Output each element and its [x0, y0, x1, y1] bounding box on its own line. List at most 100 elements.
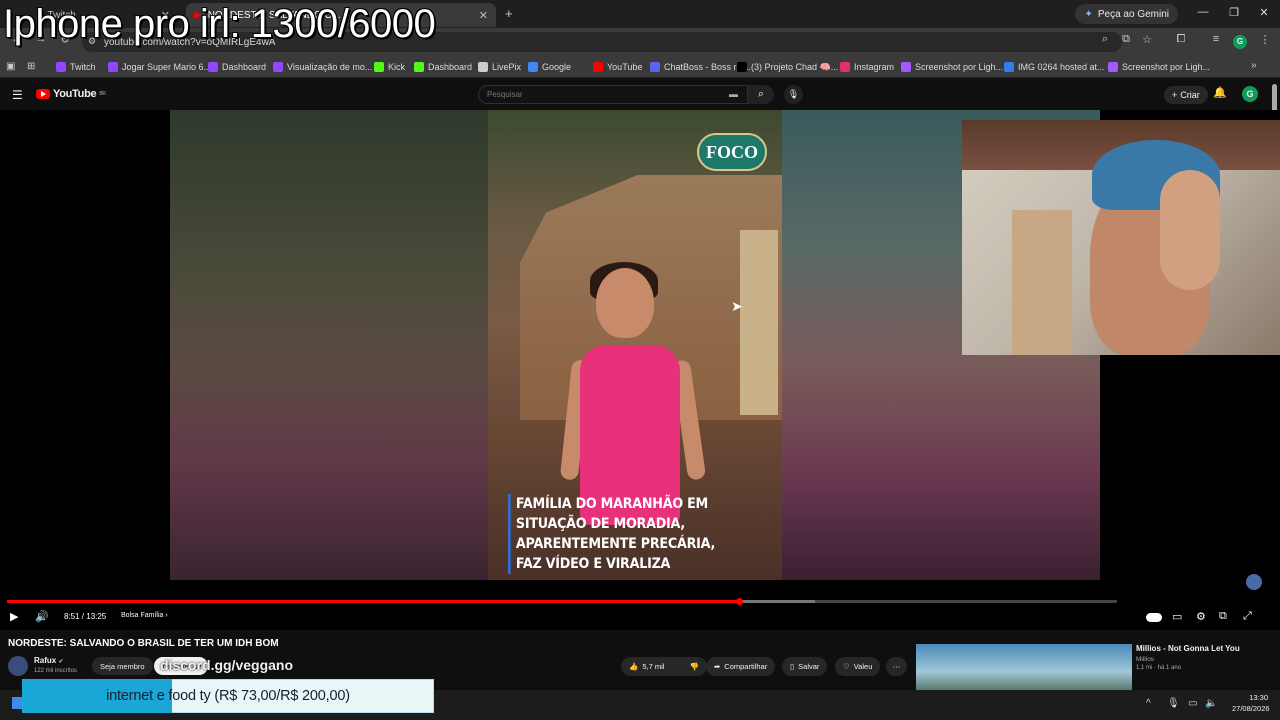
notifications-bell-icon[interactable]: 🔔: [1213, 86, 1227, 99]
bookmark-star-icon[interactable]: ☆: [1138, 33, 1156, 46]
search-icon: ⌕: [757, 88, 765, 100]
door-image: [740, 230, 778, 415]
bookmark-item[interactable]: Twitch: [56, 59, 96, 75]
new-tab-button[interactable]: +: [505, 6, 513, 21]
fullscreen-icon[interactable]: ⤢: [1243, 610, 1252, 623]
streamer-hand: [1160, 170, 1220, 290]
channel-watermark-logo: FOCO: [697, 133, 767, 171]
stream-link-overlay: discord.gg/veggano: [160, 657, 294, 673]
bookmark-icon: ▯: [790, 662, 795, 671]
hamburger-menu-icon[interactable]: ☰: [12, 88, 23, 102]
thanks-button[interactable]: ♡ Valeu: [835, 657, 881, 676]
recommended-thumbnail[interactable]: [916, 644, 1132, 690]
volume-icon[interactable]: 🔊: [35, 610, 49, 623]
clock[interactable]: 13:30 27/08/2026: [1232, 692, 1270, 714]
recommended-channel[interactable]: Millios: [1136, 656, 1154, 663]
microphone-tray-icon[interactable]: 🎙: [1167, 698, 1180, 709]
like-count[interactable]: 5,7 mil: [642, 662, 664, 671]
progress-scrubber[interactable]: [735, 598, 743, 605]
donation-goal-text: internet e food ty (R$ 73,00/R$ 200,00): [106, 688, 350, 704]
channel-avatar[interactable]: [8, 656, 28, 676]
bookmark-label: Screenshot por Ligh...: [1122, 62, 1211, 72]
more-bookmarks-icon[interactable]: »: [1251, 60, 1257, 71]
search-input[interactable]: Pesquisar: [478, 85, 748, 104]
bookmark-label: Google: [542, 62, 572, 72]
youtube-logo[interactable]: YouTube BR: [36, 88, 106, 100]
bookmark-favicon-icon: [208, 62, 218, 72]
search-button[interactable]: ⌕: [748, 85, 774, 104]
bookmark-favicon-icon: [901, 62, 911, 72]
bookmark-favicon-icon: [273, 62, 283, 72]
bookmark-item[interactable]: Screenshot por Ligh...: [901, 59, 1003, 75]
bookmark-item[interactable]: Visualização de mo...: [273, 59, 372, 75]
bookmark-item[interactable]: (3) Projeto Chad 🧠...: [737, 59, 838, 75]
bookmark-item[interactable]: Google: [528, 59, 571, 75]
like-dislike-group: 👍 5,7 mil 👎: [621, 657, 707, 676]
keyboard-icon[interactable]: ▬: [729, 89, 738, 99]
tab-search-icon[interactable]: ▣: [6, 61, 15, 72]
bookmark-label: Dashboard: [428, 62, 473, 72]
bookmark-item[interactable]: Kick: [374, 59, 405, 75]
share-button[interactable]: ➦ Compartilhar: [706, 657, 776, 676]
voice-search-button[interactable]: 🎙: [784, 85, 803, 104]
more-actions-icon[interactable]: ⋯: [886, 657, 907, 676]
channel-branding-icon[interactable]: [1246, 574, 1262, 590]
progress-played: [7, 600, 740, 603]
channel-name[interactable]: Rafux ✔: [34, 656, 64, 665]
settings-gear-icon[interactable]: ⚙: [1196, 610, 1206, 623]
subtitles-icon[interactable]: ▭: [1172, 610, 1182, 623]
bookmark-favicon-icon: [737, 62, 747, 72]
bookmark-item[interactable]: Jogar Super Mario 6...: [108, 59, 211, 75]
bookmark-item[interactable]: Screenshot por Ligh...: [1108, 59, 1210, 75]
display-icon[interactable]: ▭: [1188, 698, 1197, 709]
share-icon: ➦: [714, 662, 721, 671]
create-button[interactable]: + Criar: [1164, 86, 1208, 104]
bookmark-item[interactable]: Dashboard: [414, 59, 472, 75]
bookmark-item[interactable]: YouTube: [593, 59, 642, 75]
bookmark-favicon-icon: [414, 62, 424, 72]
save-button[interactable]: ▯ Salvar: [782, 657, 828, 676]
bookmark-item[interactable]: Instagram: [840, 59, 894, 75]
chevron-right-icon: ›: [165, 612, 168, 619]
miniplayer-icon[interactable]: ⧉: [1219, 610, 1227, 623]
window-close-button[interactable]: ✕: [1254, 6, 1274, 19]
webcam-door: [1012, 210, 1072, 355]
mouse-cursor-icon: ➤: [731, 298, 743, 314]
video-title: NORDESTE: SALVANDO O BRASIL DE TER UM ID…: [8, 638, 279, 649]
speaker-icon[interactable]: 🔈: [1205, 698, 1217, 709]
bookmark-item[interactable]: IMG 0264 hosted at...: [1004, 59, 1105, 75]
chapter-button[interactable]: Bolsa Família ›: [121, 612, 168, 619]
apps-grid-icon[interactable]: ⊞: [27, 61, 35, 72]
account-avatar[interactable]: G: [1242, 86, 1258, 102]
extensions-icon[interactable]: ⧠: [1172, 33, 1190, 46]
media-icon[interactable]: ≡: [1207, 33, 1225, 45]
autoplay-toggle[interactable]: [1146, 613, 1162, 622]
gemini-button[interactable]: ✦ Peça ao Gemini: [1075, 4, 1178, 24]
bookmark-favicon-icon: [1108, 62, 1118, 72]
thumbs-up-icon[interactable]: 👍: [629, 662, 638, 671]
bookmark-favicon-icon: [374, 62, 384, 72]
subscriber-count: 122 mil inscritos: [34, 668, 78, 674]
bookmark-item[interactable]: Dashboard: [208, 59, 266, 75]
bookmark-favicon-icon: [1004, 62, 1014, 72]
restore-button[interactable]: ❐: [1224, 6, 1244, 19]
join-button[interactable]: Seja membro: [92, 657, 153, 675]
bookmark-label: Twitch: [70, 62, 96, 72]
play-button[interactable]: ▶: [10, 610, 18, 623]
verified-icon: ✔: [58, 659, 64, 665]
plus-icon: +: [1172, 90, 1178, 100]
close-icon[interactable]: ✕: [479, 9, 488, 22]
bookmark-label: Dashboard: [222, 62, 267, 72]
menu-kebab-icon[interactable]: ⋮: [1256, 33, 1274, 46]
recommended-title[interactable]: Millios - Not Gonna Let You: [1136, 644, 1240, 653]
profile-avatar[interactable]: G: [1233, 35, 1247, 49]
bookmark-item[interactable]: LivePix: [478, 59, 521, 75]
tray-chevron-icon[interactable]: ^: [1146, 698, 1151, 709]
video-caption: Família do Maranhão em situação de morad…: [508, 494, 737, 574]
minimize-button[interactable]: —: [1193, 6, 1213, 18]
bookmark-item[interactable]: ChatBoss - Boss rai...: [650, 59, 751, 75]
thumbs-down-icon[interactable]: 👎: [690, 662, 699, 671]
install-icon[interactable]: ⧉: [1117, 33, 1135, 46]
bookmark-favicon-icon: [478, 62, 488, 72]
zoom-icon[interactable]: ⌕: [1096, 33, 1114, 46]
